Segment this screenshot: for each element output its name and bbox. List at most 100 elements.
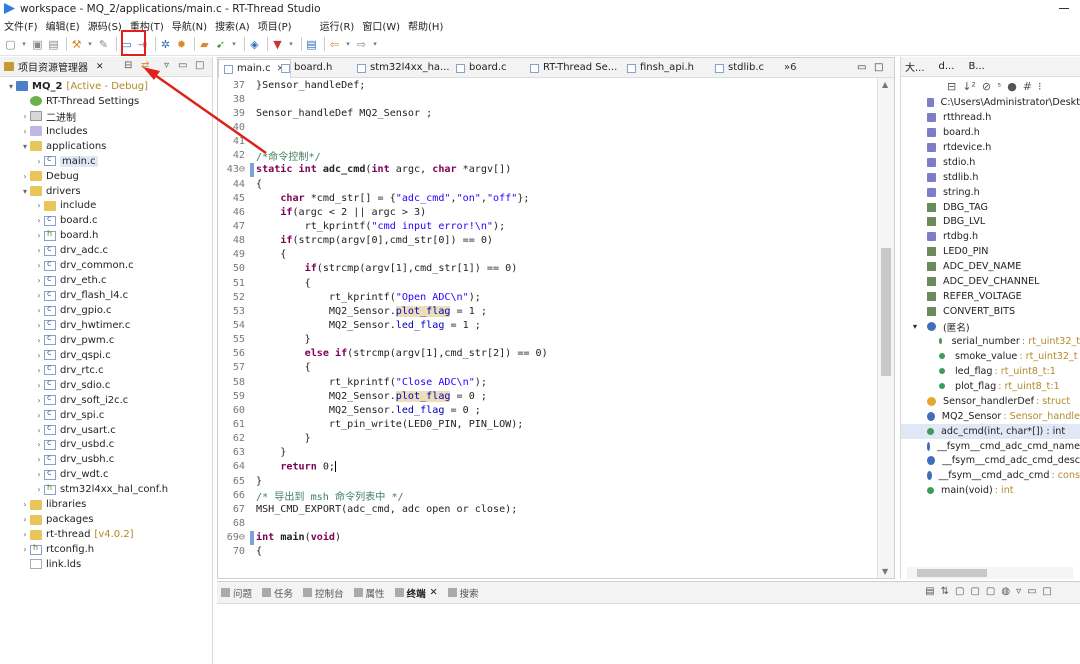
view-menu-icon[interactable]: ▿ [164, 60, 169, 71]
outline-item[interactable]: adc_cmd(int, char*[]) : int [901, 423, 1080, 439]
scrollbar-thumb[interactable] [881, 248, 891, 376]
expand-arrow-icon[interactable]: › [34, 381, 44, 390]
view-menu-icon[interactable]: ⁝ [1038, 80, 1042, 93]
expand-arrow-icon[interactable]: › [34, 216, 44, 225]
tree-item[interactable]: › drv_eth.c [0, 273, 212, 288]
bottom-tab[interactable]: 搜索 [447, 586, 479, 600]
outline-item[interactable]: board.h [901, 125, 1080, 140]
bottom-tab[interactable]: 任务 [262, 586, 293, 600]
tree-item[interactable]: › drv_pwm.c [0, 333, 212, 348]
tree-item[interactable]: › Debug [0, 169, 212, 184]
expand-arrow-icon[interactable]: › [34, 411, 44, 420]
run-icon[interactable]: ➹ [214, 36, 227, 52]
expand-arrow-icon[interactable]: › [20, 530, 30, 539]
code-area[interactable]: 37}Sensor_handleDef; 38 39 Sensor_handleDef… [218, 78, 894, 578]
expand-arrow-icon[interactable]: › [34, 231, 44, 240]
expand-arrow-icon[interactable]: › [34, 396, 44, 405]
tree-item[interactable]: › drv_common.c [0, 258, 212, 273]
expand-arrow-icon[interactable]: › [34, 157, 44, 166]
terminal-controls[interactable]: ▤⇅▢▢▢◍▿▭□ [925, 586, 1058, 597]
menu-item[interactable]: 窗口(W) [358, 18, 404, 33]
tree-item[interactable]: › include [0, 199, 212, 214]
expand-arrow-icon[interactable]: › [20, 112, 30, 121]
run-dropdown-icon[interactable]: ▾ [230, 36, 238, 52]
editor-tab[interactable]: finsh_api.h [622, 59, 700, 78]
tree-item[interactable]: › 二进制 [0, 109, 212, 124]
tree-item[interactable]: › rt-thread [v4.0.2] [0, 527, 212, 542]
menu-item[interactable]: 导航(N) [168, 18, 211, 33]
outline-item[interactable]: ADC_DEV_NAME [901, 259, 1080, 274]
outline-item[interactable]: ADC_DEV_CHANNEL [901, 274, 1080, 289]
menu-item[interactable]: 帮助(H) [404, 18, 447, 33]
hide-fields-icon[interactable]: ⊘ [982, 80, 991, 93]
open-folder-icon[interactable]: ▰ [198, 36, 211, 52]
tree-item[interactable]: › board.h [0, 228, 212, 243]
forward-arrow-icon[interactable]: ⇨ [355, 36, 368, 52]
minimize-view-icon[interactable]: ▭ [178, 60, 187, 71]
expand-arrow-icon[interactable]: › [20, 515, 30, 524]
tree-item[interactable]: ▾ MQ_2 [Active - Debug] [0, 79, 212, 94]
tree-item[interactable]: › drv_qspi.c [0, 348, 212, 363]
new-file-icon[interactable]: ▢ [4, 36, 17, 52]
editor-tab[interactable]: stdlib.c [710, 59, 770, 78]
save-all-icon[interactable]: ▤ [47, 36, 60, 52]
outline-item[interactable]: CONVERT_BITS [901, 304, 1080, 319]
maximize-editor-icon[interactable]: □ [874, 62, 883, 73]
tree-item[interactable]: › drv_rtc.c [0, 363, 212, 378]
maximize-view-icon[interactable]: □ [195, 60, 204, 71]
outline-item[interactable]: stdio.h [901, 155, 1080, 170]
outline-item[interactable]: string.h [901, 185, 1080, 200]
expand-arrow-icon[interactable]: › [34, 246, 44, 255]
project-explorer-title[interactable]: 项目资源管理器 [18, 59, 88, 74]
outline-item[interactable]: rtthread.h [901, 110, 1080, 125]
outline-item[interactable]: REFER_VOLTAGE [901, 289, 1080, 304]
editor-tab[interactable]: board.h [276, 59, 338, 78]
back-arrow-icon[interactable]: ⇦ [328, 36, 341, 52]
collapse-all-icon[interactable]: ⊟ [124, 60, 132, 71]
expand-arrow-icon[interactable]: › [34, 470, 44, 479]
group-includes-icon[interactable]: # [1023, 80, 1032, 93]
minimize-editor-icon[interactable]: ▭ [857, 62, 866, 73]
tree-item[interactable]: link.lds [0, 557, 212, 572]
expand-arrow-icon[interactable]: › [34, 351, 44, 360]
scroll-up-icon[interactable]: ▲ [882, 80, 888, 89]
tree-item[interactable]: › drv_sdio.c [0, 378, 212, 393]
expand-arrow-icon[interactable]: › [34, 426, 44, 435]
scroll-down-icon[interactable]: ▼ [882, 567, 888, 576]
scrollbar-thumb[interactable] [917, 569, 987, 577]
editor-tab[interactable]: board.c [451, 59, 513, 78]
outline-item[interactable]: serial_number : rt_uint32_t [901, 334, 1080, 349]
debug-dropdown-icon[interactable]: ▾ [287, 36, 295, 52]
outline-item[interactable]: DBG_TAG [901, 200, 1080, 215]
menu-item[interactable]: 源码(S) [84, 18, 126, 33]
tree-item[interactable]: › drv_usbd.c [0, 438, 212, 453]
outline-horizontal-scrollbar[interactable] [907, 567, 1073, 579]
save-icon[interactable]: ▣ [31, 36, 44, 52]
menu-item[interactable]: 编辑(E) [42, 18, 84, 33]
tree-item[interactable]: › main.c [0, 154, 212, 169]
menu-item[interactable]: 项目(P) [254, 18, 296, 33]
outline-item[interactable]: __fsym__cmd_adc_cmd : cons [901, 468, 1080, 483]
tree-item[interactable]: › drv_flash_l4.c [0, 288, 212, 303]
outline-item[interactable]: stdlib.h [901, 170, 1080, 185]
save-view-icon[interactable]: ▤ [305, 36, 318, 52]
tree-item[interactable]: › stm32l4xx_hal_conf.h [0, 482, 212, 497]
outline-item[interactable]: MQ2_Sensor : Sensor_handle [901, 409, 1080, 424]
tree-item[interactable]: › drv_soft_i2c.c [0, 393, 212, 408]
debug-probe-icon[interactable]: ▼ [271, 36, 284, 52]
tree-item[interactable]: ▾ drivers [0, 184, 212, 199]
debug-gear-icon[interactable]: ✲ [159, 36, 172, 52]
bottom-tab[interactable]: 终端 ✕ [394, 586, 438, 600]
expand-arrow-icon[interactable]: › [20, 500, 30, 509]
tree-item[interactable]: › drv_wdt.c [0, 467, 212, 482]
tree-item[interactable]: › packages [0, 512, 212, 527]
bottom-tab[interactable]: 控制台 [303, 586, 344, 600]
editor-vertical-scrollbar[interactable]: ▲ ▼ [877, 78, 894, 578]
hide-static-icon[interactable]: ˢ [997, 80, 1001, 93]
outline-tab[interactable]: d... [939, 61, 955, 72]
sort-icon[interactable]: ↓² [962, 80, 976, 93]
menu-item[interactable]: 搜索(A) [211, 18, 254, 33]
more-tabs-button[interactable]: »6 [784, 62, 796, 73]
outline-tab[interactable]: B... [968, 61, 984, 72]
outline-item[interactable]: ▾ (匿名) [901, 319, 1080, 334]
